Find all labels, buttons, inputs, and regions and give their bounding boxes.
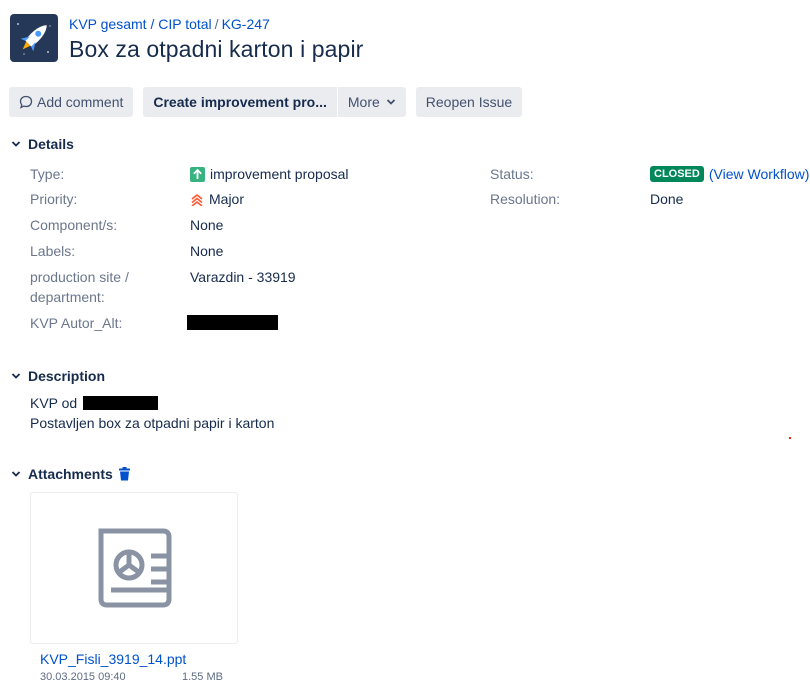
presentation-file-icon — [98, 528, 172, 608]
description-heading: Description — [28, 368, 106, 384]
reopen-issue-button[interactable]: Reopen Issue — [415, 87, 523, 117]
components-value: None — [190, 217, 224, 233]
chevron-down-icon — [11, 373, 21, 379]
attachment-file-name-link[interactable]: KVP_Fisli_3919_14.ppt — [40, 651, 186, 667]
more-label: More — [347, 94, 380, 110]
components-label: Component/s: — [30, 217, 118, 233]
priority-value: Major — [190, 190, 244, 208]
view-workflow-link[interactable]: (View Workflow) — [709, 165, 810, 183]
labels-value: None — [190, 243, 224, 259]
more-dropdown-button[interactable]: More — [337, 87, 406, 117]
project-avatar-rocket-icon[interactable] — [10, 14, 58, 62]
type-value-text: improvement proposal — [210, 166, 349, 182]
description-line-1: KVP od — [30, 394, 159, 412]
type-label: Type: — [30, 166, 65, 182]
add-comment-label: Add comment — [37, 94, 124, 110]
production-site-value: Varazdin - 33919 — [190, 269, 296, 285]
breadcrumb-project-link[interactable]: KVP gesamt / CIP total — [69, 16, 212, 32]
issue-title[interactable]: Box za otpadni karton i papir — [69, 36, 363, 63]
chevron-down-icon — [386, 99, 395, 105]
type-value: improvement proposal — [190, 165, 349, 183]
improvement-arrow-up-icon — [190, 166, 205, 182]
priority-label: Priority: — [30, 191, 78, 207]
attachments-heading: Attachments — [28, 466, 113, 482]
chevron-down-icon — [11, 141, 21, 147]
issue-header: KVP gesamt / CIP total / KG-247 Box za otp… — [10, 14, 363, 63]
redacted-author-name — [187, 315, 278, 330]
attachments-toggle[interactable]: Attachments — [10, 466, 131, 482]
chevron-down-icon — [11, 471, 21, 477]
status-label: Status: — [490, 166, 534, 182]
priority-value-text: Major — [209, 191, 245, 207]
breadcrumb-separator: / — [214, 16, 219, 32]
attachment-date: 30.03.2015 09:40 — [40, 671, 126, 683]
add-comment-button[interactable]: Add comment — [9, 87, 134, 117]
details-toggle[interactable]: Details — [10, 136, 74, 152]
redacted-description-name — [83, 396, 159, 410]
breadcrumb: KVP gesamt / CIP total / KG-247 — [69, 15, 363, 33]
create-improvement-button[interactable]: Create improvement pro... — [143, 87, 337, 117]
breadcrumb-issue-key-link[interactable]: KG-247 — [222, 16, 270, 32]
priority-major-icon — [191, 193, 203, 206]
description-toggle[interactable]: Description — [10, 368, 105, 384]
description-line-1-text: KVP od — [30, 395, 78, 411]
description-line-2: Postavljen box za otpadni papir i karton — [30, 415, 275, 431]
resolution-value: Done — [650, 191, 684, 207]
details-heading: Details — [28, 136, 74, 152]
production-site-label-line1: production site / — [30, 269, 129, 285]
attachment-thumbnail[interactable] — [30, 492, 238, 644]
trash-icon[interactable] — [118, 467, 131, 481]
labels-label: Labels: — [30, 243, 76, 259]
stray-red-dot — [789, 437, 791, 439]
issue-toolbar: Add comment Create improvement pro... Mo… — [9, 87, 523, 117]
resolution-label: Resolution: — [490, 191, 561, 207]
production-site-label-line2: department: — [30, 289, 105, 305]
attachment-size: 1.55 MB — [182, 671, 223, 683]
status-value: CLOSED (View Workflow) — [650, 165, 809, 183]
kvp-autor-label: KVP Autor_Alt: — [30, 315, 123, 331]
status-lozenge: CLOSED — [650, 166, 704, 182]
comment-icon — [19, 95, 33, 109]
